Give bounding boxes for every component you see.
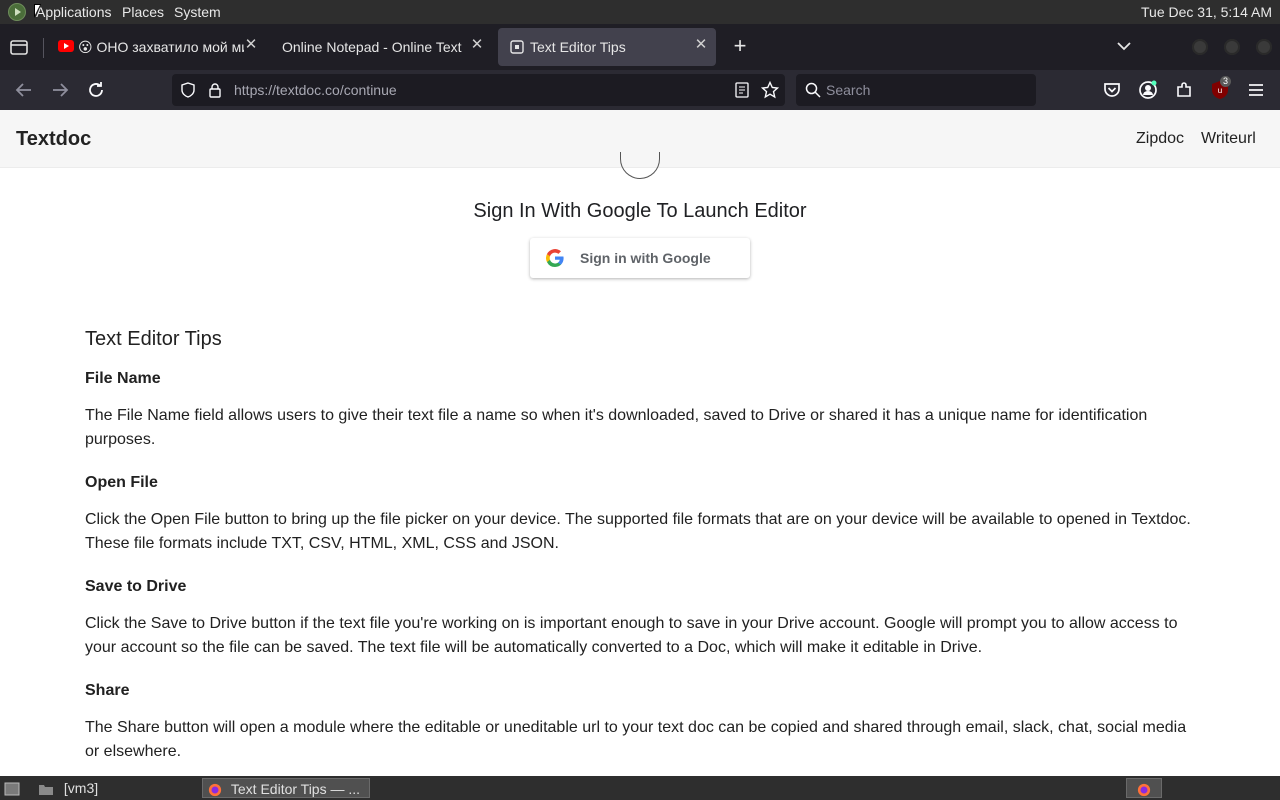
reload-icon[interactable] [85,79,107,101]
maximize-button[interactable] [1224,39,1240,55]
lock-icon[interactable] [208,82,222,98]
youtube-icon [58,40,74,52]
mouse-cursor-icon [34,4,41,18]
account-icon[interactable] [1137,79,1159,101]
back-arrow-icon[interactable] [13,79,35,101]
new-tab-button[interactable]: + [730,35,750,57]
search-bar[interactable]: Search [796,74,1036,106]
list-all-tabs-icon[interactable] [8,36,30,58]
extensions-puzzle-icon[interactable] [1173,79,1195,101]
menu-system[interactable]: System [174,4,221,20]
url-text[interactable]: https://textdoc.co/continue [234,82,397,98]
os-top-panel: Applications Places System Tue Dec 31, 5… [0,0,1280,24]
taskbar-item-label: Text Editor Tips — ... [230,781,361,797]
tip-title-share: Share [85,682,130,699]
close-tab-icon[interactable]: ✕ [242,36,260,54]
chevron-down-icon[interactable] [1114,36,1134,56]
tab-youtube[interactable]: 😮 ОНО захватило мой мир ✕ [50,28,262,66]
url-bar[interactable]: https://textdoc.co/continue [172,74,785,106]
search-icon [805,82,821,98]
close-tab-icon[interactable]: ✕ [468,36,486,54]
workspace-switcher[interactable] [1126,778,1162,798]
os-taskbar: [vm3] Text Editor Tips — ... [0,776,1280,800]
tip-body-open-file: Click the Open File button to bring up t… [85,511,1191,552]
url-base: https://textdoc.co [234,82,340,98]
hamburger-menu-icon[interactable] [1245,79,1267,101]
tab-text-editor-tips[interactable]: Text Editor Tips ✕ [498,28,716,66]
search-placeholder: Search [826,82,871,98]
textdoc-favicon-icon [510,40,524,54]
app-menu-icon[interactable] [8,3,26,21]
show-desktop-button[interactable] [4,778,24,798]
loading-spinner-icon [620,152,660,179]
extension-badge: 3 [1220,76,1232,87]
tip-body-save-to-drive: Click the Save to Drive button if the te… [85,615,1178,656]
tip-title-save-to-drive: Save to Drive [85,578,187,595]
menu-places[interactable]: Places [122,4,164,20]
tip-body-share: The Share button will open a module wher… [85,719,1187,760]
url-path: /continue [339,82,397,98]
tab-strip: 😮 ОНО захватило мой мир ✕ Online Notepad… [0,24,1280,70]
minimize-button[interactable] [1192,39,1208,55]
tips-heading: Text Editor Tips [85,328,222,350]
web-page: Textdoc Zipdoc Writeurl Sign In With Goo… [0,110,1280,776]
sign-in-title: Sign In With Google To Launch Editor [473,200,807,222]
tip-title-open-file: Open File [85,474,158,491]
taskbar-item-label: [vm3] [63,780,99,796]
tab-title: 😮 ОНО захватило мой мир [78,39,244,55]
shield-icon[interactable] [180,82,196,98]
clock[interactable]: Tue Dec 31, 5:14 AM [1141,4,1272,20]
pocket-icon[interactable] [1101,79,1123,101]
firefox-icon [208,784,222,797]
reader-view-icon[interactable] [734,82,750,98]
tip-body-file-name: The File Name field allows users to give… [85,407,1148,448]
desktop-icon [4,782,20,796]
google-sign-in-label: Sign in with Google [580,250,711,266]
google-sign-in-button[interactable]: Sign in with Google [530,238,750,278]
site-brand[interactable]: Textdoc [16,128,91,151]
nav-link-zipdoc[interactable]: Zipdoc [1136,130,1184,148]
tab-online-notepad[interactable]: Online Notepad - Online Text Editor ✕ [272,28,488,66]
close-window-button[interactable] [1256,39,1272,55]
firefox-icon [1137,784,1151,797]
tab-title: Text Editor Tips [530,39,626,55]
nav-link-writeurl[interactable]: Writeurl [1201,130,1256,148]
taskbar-item-firefox[interactable]: Text Editor Tips — ... [202,778,370,798]
tab-title: Online Notepad - Online Text Editor [282,39,466,55]
bookmark-star-icon[interactable] [761,81,779,99]
menu-applications[interactable]: Applications [36,4,112,20]
folder-icon [39,785,53,796]
forward-arrow-icon[interactable] [49,79,71,101]
tip-title-file-name: File Name [85,370,161,387]
navigation-toolbar: https://textdoc.co/continue Search u 3 [0,70,1280,110]
close-tab-icon[interactable]: ✕ [692,36,710,54]
svg-text:u: u [1218,86,1222,95]
taskbar-item-vm3[interactable]: [vm3] [38,778,188,798]
tips-section: Text Editor Tips File Name The File Name… [85,324,1195,776]
google-logo-icon [546,249,564,267]
